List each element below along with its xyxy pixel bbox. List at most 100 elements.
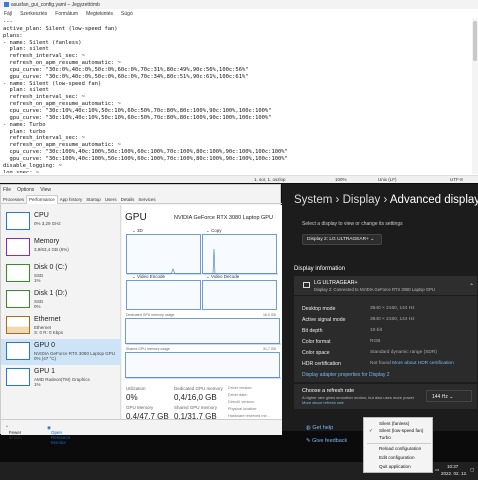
menu-item-edit-config[interactable]: Edit configuration: [379, 455, 433, 460]
tab-details[interactable]: Details: [119, 196, 137, 205]
perf-thumbnail: [6, 368, 30, 386]
graph-3d-line: [127, 268, 202, 275]
perf-item-name: Disk 0 (C:): [34, 264, 68, 271]
text-line: log_spec: ~: [3, 169, 40, 173]
refresh-rate-dropdown[interactable]: 144 Hz ⌄: [426, 390, 472, 402]
perf-item-detail: 0%: [34, 304, 41, 309]
tab-app-history[interactable]: App history: [58, 196, 85, 205]
chevron-down-icon: ⌄: [370, 237, 375, 242]
resource-monitor-link[interactable]: ◉ Open Resource Monitor: [47, 425, 70, 445]
text-line: plan: silent: [3, 87, 49, 94]
perf-item-detail: 0% (47 °C): [34, 356, 57, 361]
perf-thumbnail: [6, 238, 30, 256]
engine-graph-decode[interactable]: [202, 280, 277, 310]
menu-file[interactable]: File: [3, 187, 11, 193]
breadcrumb-advanced-display: Advanced display: [389, 194, 478, 206]
menu-item-silent-low-speed[interactable]: ✓ Silent (low-speed fan): [369, 428, 433, 433]
display-info-header[interactable]: LG ULTRAGEAR+ Display 2: Connected to NV…: [294, 276, 477, 296]
footer-bar: ⌃ Fewer details ◉ Open Resource Monitor: [1, 419, 282, 445]
text-line: plans:: [3, 32, 23, 39]
checkmark-icon: ✓: [369, 428, 373, 433]
tab-services[interactable]: Services: [136, 196, 157, 205]
text-line: refresh_on_apm_resume_automatic: ~: [3, 101, 121, 108]
menu-file[interactable]: Fájl: [4, 11, 12, 17]
tab-startup[interactable]: Startup: [84, 196, 103, 205]
perf-item-cpu[interactable]: CPU 0% 3,29 GHz: [1, 209, 121, 235]
refresh-rate-link[interactable]: More about refresh rate: [302, 400, 344, 405]
dedicated-mem-label: Dedicated GPU memory usage: [126, 313, 175, 317]
text-line: disable_logging: ~: [3, 162, 62, 169]
fewer-details-button[interactable]: ⌃ Fewer details: [5, 425, 22, 440]
refresh-rate-card: Choose a refresh rate A higher rate give…: [294, 384, 477, 409]
perf-item-name: CPU: [34, 212, 49, 219]
physical-location-label: Physical location:: [228, 407, 258, 411]
menu-item-quit[interactable]: Quit application: [379, 464, 433, 469]
battery-icon[interactable]: ▭: [435, 467, 439, 473]
feedback-link[interactable]: ✎ Give feedback: [306, 438, 347, 444]
shared-mem-max: 31,7 GB: [263, 347, 276, 351]
perf-item-disk-0-c[interactable]: Disk 0 (C:) SSD 1%: [1, 261, 121, 287]
get-help-link[interactable]: ◍ Get help: [306, 425, 333, 431]
breadcrumb: System › Display › Advanced display: [294, 194, 478, 206]
menu-help[interactable]: Súgó: [121, 11, 133, 17]
status-bar: 1. sor, 1. oszlop 100% Unix (LF) UTF-8: [0, 175, 478, 183]
shared-mem-graph[interactable]: [125, 352, 281, 379]
perf-item-name: Memory: [34, 238, 60, 245]
menu-edit[interactable]: Szerkesztés: [20, 11, 47, 17]
engine-graph-encode[interactable]: [126, 280, 201, 310]
vertical-scrollbar[interactable]: [472, 19, 478, 174]
tab-processes[interactable]: Processes: [1, 196, 26, 205]
clock-time[interactable]: 10:37: [447, 464, 458, 469]
clock-date[interactable]: 2022. 02. 12.: [441, 471, 467, 476]
menu-format[interactable]: Formátum: [55, 11, 78, 17]
gpu-heading: GPU: [125, 212, 147, 223]
tab-bar: Processes Performance App history Startup Us…: [1, 195, 282, 204]
perf-item-disk-1-d[interactable]: Disk 1 (D:) SSD 0%: [1, 287, 121, 313]
task-manager-window: File Options View Processes Performance App …: [0, 184, 282, 445]
perf-item-detail: AMD Radeon(TM) Graphics: [34, 377, 90, 382]
utilization-value: 0%: [126, 393, 138, 402]
text-line: refresh_on_apm_resume_automatic: ~: [3, 142, 121, 149]
refresh-rate-title: Choose a refresh rate: [302, 388, 355, 394]
perf-item-detail: 0% 3,29 GHz: [34, 221, 61, 226]
perf-item-memory[interactable]: Memory 3,9/63,4 GB (6%): [1, 235, 121, 261]
chevron-up-icon[interactable]: ⌃: [469, 283, 474, 290]
color-format-label: Color format: [302, 339, 331, 345]
dedicated-mem-graph[interactable]: [125, 318, 281, 345]
help-icon: ◍: [306, 425, 311, 431]
hdr-cert-link[interactable]: More about HDR certification: [392, 361, 454, 366]
driver-date-label: Driver date:: [228, 393, 248, 397]
menu-view[interactable]: Megtekintés: [86, 11, 113, 17]
dedicated-mem-max: 16,0 GB: [263, 313, 276, 317]
display-dropdown[interactable]: Display 2: LG ULTRAGEAR+ ⌄: [302, 234, 382, 245]
menu-item-turbo[interactable]: Turbo: [379, 435, 433, 440]
zoom-level: 100%: [335, 177, 347, 182]
perf-item-gpu-0[interactable]: GPU 0 NVIDIA GeForce RTX 3080 Laptop GPU 0…: [1, 339, 121, 365]
text-editor[interactable]: --- active_plan: Silent (low-speed fan) pl…: [3, 19, 473, 173]
tab-performance[interactable]: Performance: [26, 195, 58, 204]
shared-mem-line: [126, 377, 281, 379]
text-line: - name: Turbo: [3, 121, 46, 128]
breadcrumb-display[interactable]: Display: [343, 194, 381, 206]
text-line: gpu_curve: "30c:0%,40c:0%,50c:0%,60c:0%,…: [3, 73, 249, 80]
perf-thumbnail: [6, 212, 30, 230]
directx-version-label: DirectX version:: [228, 400, 255, 404]
scroll-thumb[interactable]: [473, 21, 477, 61]
menu-bar: File Options View: [3, 187, 57, 193]
perf-item-ethernet[interactable]: Ethernet Ethernet S: 0 R: 0 Kbps: [1, 313, 121, 339]
bit-depth-label: Bit depth: [302, 328, 323, 334]
menu-item-reload[interactable]: Reload configuration: [379, 446, 433, 451]
tab-users[interactable]: Users: [103, 196, 119, 205]
perf-thumbnail: [6, 290, 30, 308]
breadcrumb-system[interactable]: System: [294, 194, 332, 206]
text-line: - name: Silent (low-speed fan): [3, 80, 102, 87]
menu-options[interactable]: Options: [17, 187, 34, 193]
menu-view[interactable]: View: [40, 187, 51, 193]
engine-graph-3d[interactable]: [126, 234, 202, 275]
notification-icon[interactable]: ▢: [470, 467, 474, 473]
gpu-mem-stat-label: GPU Memory: [126, 405, 154, 410]
engine-graph-copy[interactable]: [202, 234, 278, 275]
menu-item-silent-fanless[interactable]: Silent (fanless): [379, 421, 433, 426]
adapter-properties-link[interactable]: Display adapter properties for Display 2: [302, 372, 390, 378]
perf-item-gpu-1[interactable]: GPU 1 AMD Radeon(TM) Graphics 1%: [1, 365, 121, 391]
